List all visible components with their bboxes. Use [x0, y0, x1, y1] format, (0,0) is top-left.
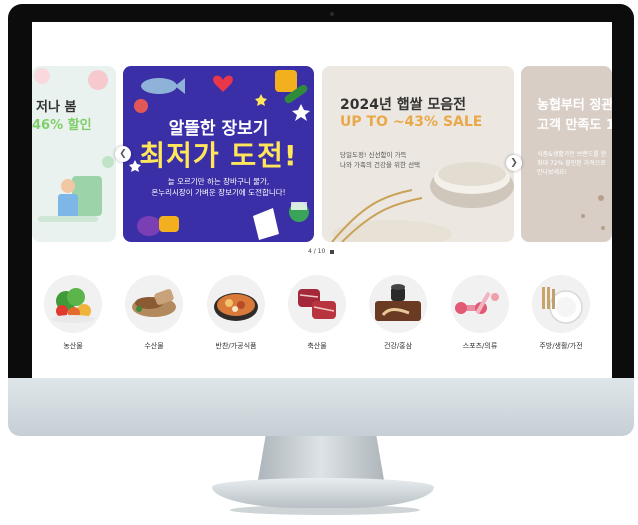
category-label: 반찬/가공식품 [215, 342, 257, 350]
dishes-icon [542, 287, 583, 324]
side-dish-icon [214, 293, 258, 321]
category-image [369, 275, 427, 333]
banner-subtext: 당일도정! 신선함이 가득 나와 가족의 건강을 위한 선택 [340, 150, 420, 170]
category-label: 스포츠/의류 [462, 342, 498, 350]
category-item[interactable]: 농산물 [40, 275, 106, 351]
category-item[interactable]: 주방/생활/가전 [528, 275, 594, 351]
banner-discount: UP TO ~43% SALE [340, 114, 483, 130]
category-image [207, 275, 265, 333]
category-item[interactable]: 반찬/가공식품 [203, 275, 269, 351]
banner-title: 2024년 햅쌀 모음전 [340, 97, 466, 113]
category-label: 농산물 [63, 342, 83, 350]
dumbbell-icon [455, 292, 499, 314]
banner-title: 농협부터 정관 [537, 98, 612, 113]
category-label: 주방/생활/가전 [539, 342, 583, 350]
screen: 저나 봄 46% 할인 알뜰한 장보기 최저가 도전! 늘 오르기만 하는 장바… [32, 22, 612, 378]
banner-subtext-line: 식품&생활가전 브랜드를 한 [537, 151, 607, 158]
banner-lowest-price[interactable]: 알뜰한 장보기 최저가 도전! 늘 오르기만 하는 장바구니 물가, 온누리시장… [123, 66, 314, 242]
category-image [288, 275, 346, 333]
banner-spring-sale[interactable]: 저나 봄 46% 할인 [32, 66, 116, 242]
monitor-stand-base [212, 478, 434, 508]
camera-icon [330, 12, 334, 16]
category-item[interactable]: 스포츠/의류 [447, 275, 513, 351]
monitor-stand-neck [258, 436, 384, 480]
meat-icon [298, 289, 336, 319]
banner-subtext: 식품&생활가전 브랜드를 한 최대 72% 할인된 가격으로 만나보세요! [537, 150, 606, 177]
category-image [44, 275, 102, 333]
category-image [451, 275, 509, 333]
category-label: 건강/홍삼 [383, 342, 413, 350]
banner-subtext-line: 나와 가족의 건강을 위한 선택 [340, 161, 421, 169]
category-item[interactable]: 수산물 [121, 275, 187, 351]
chevron-right-icon: ❯ [510, 158, 518, 168]
banner-new-rice[interactable]: 2024년 햅쌀 모음전 UP TO ~43% SALE 당일도정! 신선함이 … [322, 66, 514, 242]
category-item[interactable]: 건강/홍삼 [365, 275, 431, 351]
banner-brand-sale[interactable]: 농협부터 정관 고객 만족도 1 식품&생활가전 브랜드를 한 최대 72% 할… [521, 66, 612, 242]
banner-subtext-line: 최대 72% 할인된 가격으로 [537, 160, 606, 167]
monitor-chin [8, 378, 634, 436]
banner-headline: 최저가 도전! [139, 139, 298, 172]
carousel-prev-button[interactable]: ❮ [115, 146, 131, 162]
pause-icon[interactable] [330, 250, 334, 254]
banner-subtext-line: 당일도정! 신선함이 가득 [340, 151, 407, 159]
carousel-next-button[interactable]: ❯ [506, 155, 522, 171]
category-image [125, 275, 183, 333]
banner-title: 저나 봄 [36, 100, 77, 115]
flowers-illustration [34, 68, 114, 222]
banner-subtext-line: 온누리시장이 가벼운 장보기에 도전합니다! [151, 188, 286, 197]
banner-discount: 46% 할인 [32, 118, 92, 133]
category-label: 수산물 [144, 342, 164, 350]
banner-subtext-line: 늘 오르기만 하는 장바구니 물가, [167, 177, 270, 186]
banner-subtext: 늘 오르기만 하는 장바구니 물가, 온누리시장이 가벼운 장보기에 도전합니다… [123, 176, 314, 198]
banner-subtext-line: 만나보세요! [537, 169, 568, 176]
chevron-left-icon: ❮ [119, 149, 127, 159]
fish-icon [132, 289, 176, 317]
category-label: 축산물 [307, 342, 327, 350]
ginseng-icon [375, 284, 421, 321]
carousel-indicator: 4 / 10 [308, 248, 326, 255]
vegetables-icon [51, 288, 95, 323]
category-item[interactable]: 축산물 [284, 275, 350, 351]
category-image [532, 275, 590, 333]
banner-headline: 고객 만족도 1 [537, 118, 612, 133]
